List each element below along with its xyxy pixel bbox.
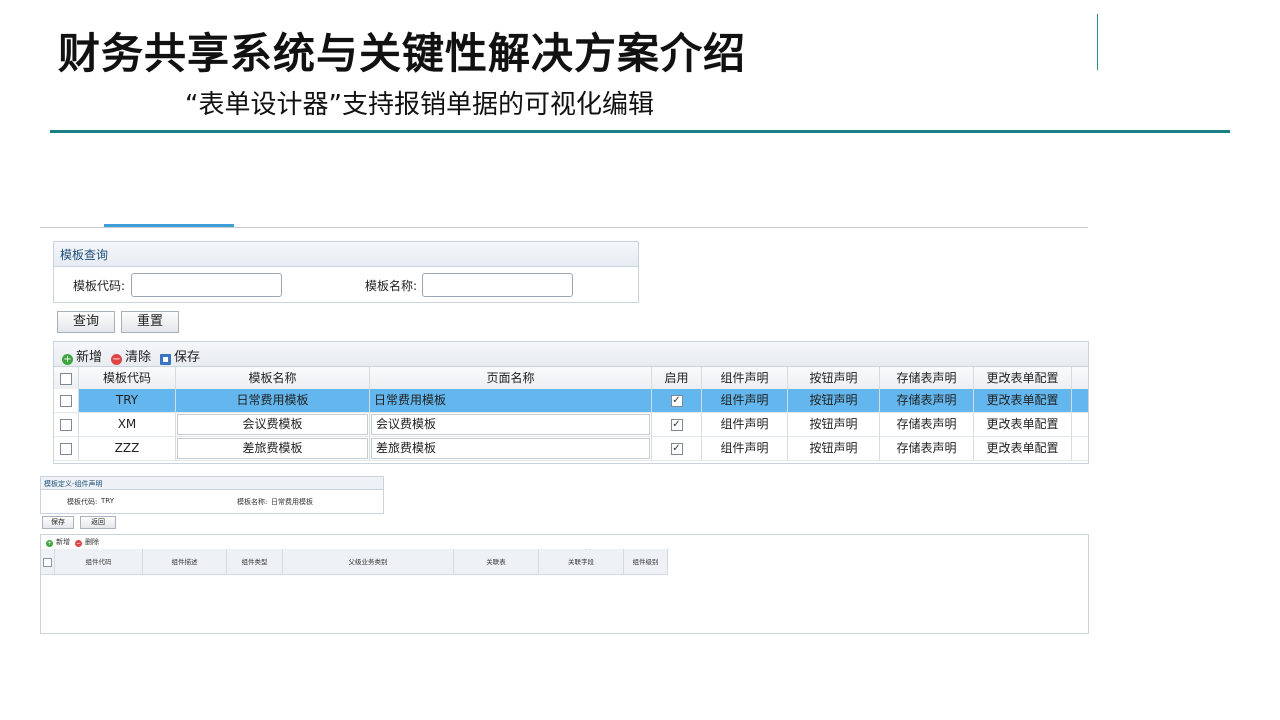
change-config-link[interactable]: 更改表单配置 bbox=[974, 437, 1072, 460]
col-template-code[interactable]: 模板代码 bbox=[79, 367, 176, 389]
table-row[interactable]: XM 会议费模板 会议费模板 ✓ 组件声明 按钮声明 存储表声明 更改表单配置 bbox=[54, 413, 1088, 437]
reset-button[interactable]: 重置 bbox=[121, 311, 179, 333]
cell-page[interactable]: 日常费用模板 bbox=[370, 389, 652, 412]
p2-back-button[interactable]: 返回 bbox=[80, 516, 116, 529]
active-tab-underline[interactable] bbox=[104, 224, 234, 227]
cell-code: TRY bbox=[79, 389, 176, 412]
title-divider bbox=[1097, 14, 1098, 70]
component-decl-link[interactable]: 组件声明 bbox=[702, 413, 788, 436]
p2-name-value: 日常费用模板 bbox=[271, 498, 313, 506]
col-storage-decl[interactable]: 存储表声明 bbox=[880, 367, 974, 389]
col-parent-category[interactable]: 父级业务类别 bbox=[283, 549, 454, 575]
col-component-decl[interactable]: 组件声明 bbox=[702, 367, 788, 389]
row-checkbox[interactable] bbox=[60, 418, 72, 431]
storage-decl-link[interactable]: 存储表声明 bbox=[880, 413, 974, 436]
grid2-delete-button[interactable]: − 删除 bbox=[75, 537, 99, 547]
cell-page[interactable]: 差旅费模板 bbox=[371, 438, 650, 459]
clear-button[interactable]: − 清除 bbox=[111, 346, 151, 365]
storage-decl-link[interactable]: 存储表声明 bbox=[880, 389, 974, 412]
enabled-checkbox[interactable]: ✓ bbox=[670, 442, 683, 455]
enabled-checkbox[interactable]: ✓ bbox=[670, 394, 683, 407]
delete-icon: − bbox=[75, 540, 82, 547]
clear-icon: − bbox=[111, 354, 122, 365]
cell-name[interactable]: 差旅费模板 bbox=[177, 438, 368, 459]
cell-page[interactable]: 会议费模板 bbox=[371, 414, 650, 435]
query-button[interactable]: 查询 bbox=[57, 311, 115, 333]
component-decl-title: 模板定义-组件声明 bbox=[44, 480, 103, 488]
col-linked-field[interactable]: 关联字段 bbox=[539, 549, 624, 575]
enabled-checkbox[interactable]: ✓ bbox=[670, 418, 683, 431]
title-rule bbox=[50, 130, 1230, 133]
table-row[interactable]: ZZZ 差旅费模板 差旅费模板 ✓ 组件声明 按钮声明 存储表声明 更改表单配置 bbox=[54, 437, 1088, 461]
query-panel-header: 模板查询 bbox=[54, 242, 638, 267]
slide-subtitle: “表单设计器”支持报销单据的可视化编辑 bbox=[185, 90, 654, 120]
add-button[interactable]: + 新增 bbox=[62, 346, 102, 365]
component-decl-header: 模板定义-组件声明 bbox=[41, 477, 383, 490]
grid2-add-button[interactable]: + 新增 bbox=[46, 537, 70, 547]
template-grid-header: 模板代码 模板名称 页面名称 启用 组件声明 按钮声明 存储表声明 更改表单配置 bbox=[54, 367, 1088, 390]
p2-code-value: TRY bbox=[101, 497, 114, 505]
change-config-link[interactable]: 更改表单配置 bbox=[974, 389, 1072, 412]
button-decl-link[interactable]: 按钮声明 bbox=[788, 413, 880, 436]
row-checkbox[interactable] bbox=[60, 394, 72, 407]
component-decl-panel: 模板定义-组件声明 模板代码: TRY 模板名称: 日常费用模板 bbox=[40, 476, 384, 514]
tab-strip-rule bbox=[40, 227, 1088, 228]
col-change-form-config[interactable]: 更改表单配置 bbox=[974, 367, 1072, 389]
template-code-input[interactable] bbox=[131, 273, 282, 297]
template-name-input[interactable] bbox=[422, 273, 573, 297]
query-panel: 模板查询 模板代码: 模板名称: bbox=[53, 241, 639, 303]
add-icon: + bbox=[46, 540, 53, 547]
storage-decl-link[interactable]: 存储表声明 bbox=[880, 437, 974, 460]
save-button[interactable]: ▪ 保存 bbox=[160, 346, 200, 365]
cell-name[interactable]: 会议费模板 bbox=[177, 414, 368, 435]
template-grid-toolbar: + 新增 − 清除 ▪ 保存 bbox=[54, 342, 1088, 367]
select-all-checkbox[interactable] bbox=[60, 372, 72, 385]
col-template-name[interactable]: 模板名称 bbox=[176, 367, 370, 389]
col-comp-desc[interactable]: 组件描述 bbox=[143, 549, 227, 575]
p2-save-button[interactable]: 保存 bbox=[42, 516, 74, 529]
p2-name-label: 模板名称: bbox=[237, 498, 268, 506]
p2-code-label: 模板代码: bbox=[67, 498, 98, 506]
table-row[interactable]: TRY 日常费用模板 日常费用模板 ✓ 组件声明 按钮声明 存储表声明 更改表单… bbox=[54, 389, 1088, 413]
col-linked-table[interactable]: 关联表 bbox=[454, 549, 539, 575]
add-icon: + bbox=[62, 354, 73, 365]
change-config-link[interactable]: 更改表单配置 bbox=[974, 413, 1072, 436]
query-panel-title: 模板查询 bbox=[60, 248, 109, 262]
component-grid: + 新增 − 删除 组件代码 组件描述 组件类型 父级业务类别 关联表 关联字段 组… bbox=[40, 534, 1089, 634]
grid2-select-all[interactable] bbox=[43, 557, 52, 567]
template-grid: + 新增 − 清除 ▪ 保存 模板代码 模板名称 页面名称 启用 组件声明 按钮声明 … bbox=[53, 341, 1089, 464]
slide-title: 财务共享系统与关键性解决方案介绍 bbox=[58, 29, 747, 78]
template-code-label: 模板代码: bbox=[73, 279, 126, 293]
component-decl-link[interactable]: 组件声明 bbox=[702, 389, 788, 412]
col-comp-level[interactable]: 组件级别 bbox=[624, 549, 668, 575]
button-decl-link[interactable]: 按钮声明 bbox=[788, 437, 880, 460]
cell-name[interactable]: 日常费用模板 bbox=[176, 389, 370, 412]
col-button-decl[interactable]: 按钮声明 bbox=[788, 367, 880, 389]
col-comp-code[interactable]: 组件代码 bbox=[55, 549, 143, 575]
col-comp-type[interactable]: 组件类型 bbox=[227, 549, 283, 575]
template-name-label: 模板名称: bbox=[365, 279, 418, 293]
cell-code: XM bbox=[79, 413, 176, 436]
cell-code: ZZZ bbox=[79, 437, 176, 460]
col-page-name[interactable]: 页面名称 bbox=[370, 367, 652, 389]
component-decl-link[interactable]: 组件声明 bbox=[702, 437, 788, 460]
button-decl-link[interactable]: 按钮声明 bbox=[788, 389, 880, 412]
save-icon: ▪ bbox=[160, 354, 171, 365]
row-checkbox[interactable] bbox=[60, 442, 72, 455]
col-enabled[interactable]: 启用 bbox=[652, 367, 702, 389]
